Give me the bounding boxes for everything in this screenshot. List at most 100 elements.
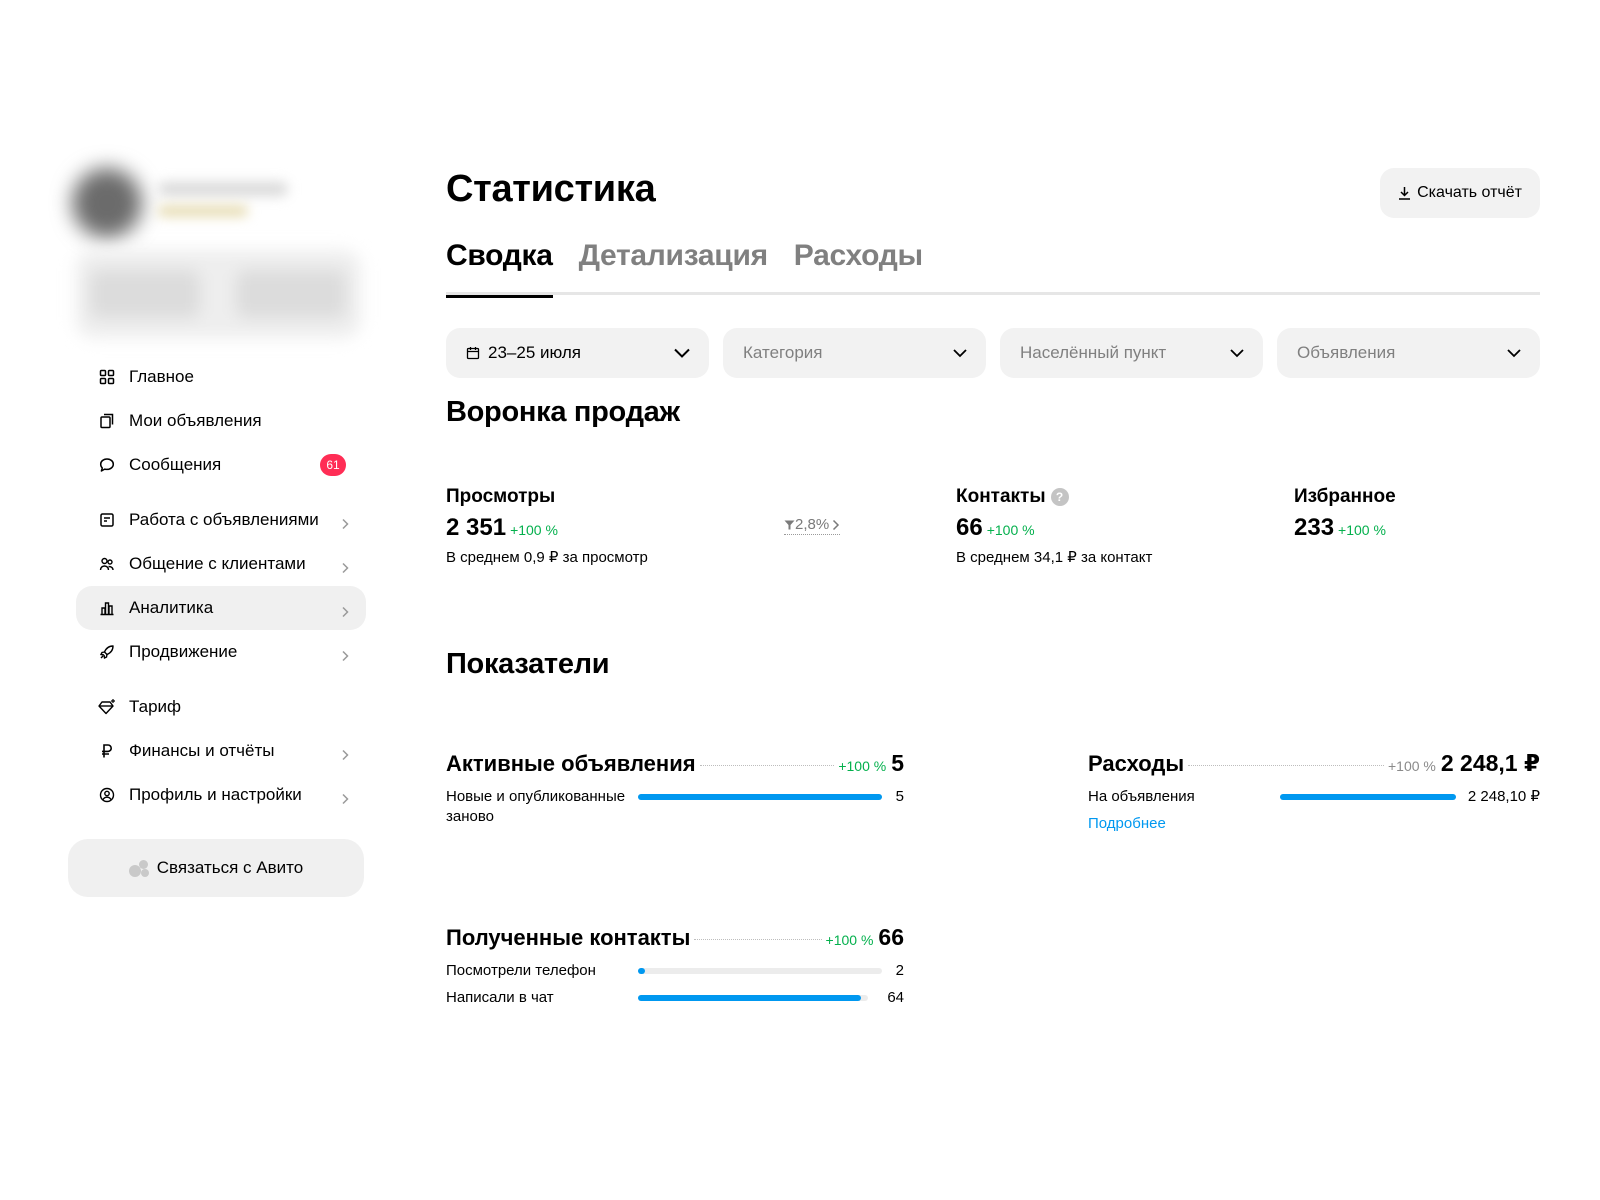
metric-row: Написали в чат 64 [446,988,904,1008]
avatar[interactable] [72,168,142,238]
sidebar-item-clients[interactable]: Общение с клиентами [76,542,366,586]
sidebar-item-analytics[interactable]: Аналитика [76,586,366,630]
chevron-down-icon [1230,349,1244,358]
download-report-button[interactable]: Скачать отчёт [1380,168,1540,218]
ads-select[interactable]: Объявления [1277,328,1540,378]
download-report-label: Скачать отчёт [1417,184,1522,201]
metric-row: Новые и опубликованные заново 5 [446,787,904,827]
tab-expenses[interactable]: Расходы [794,235,923,295]
tab-details[interactable]: Детализация [579,235,769,295]
category-select[interactable]: Категория [723,328,986,378]
ads-placeholder: Объявления [1297,343,1396,362]
chevron-right-icon [340,603,350,618]
row-label: Новые и опубликованные заново [446,788,626,825]
metric-active-ads: Активные объявления +100 % 5 Новые и опу… [446,750,904,827]
nav-group-account: Тариф Финансы и отчёты Профиль и настрой… [68,685,368,817]
help-icon[interactable]: ? [1050,488,1069,506]
metric-expenses: Расходы +100 % 2 248,1 ₽ На объявления 2… [1088,750,1540,833]
progress-bar [638,794,882,800]
contacts-delta: +100 % [986,522,1035,538]
metric-delta: +100 % [825,932,874,948]
sidebar-item-main[interactable]: Главное [76,355,366,399]
row-value: 64 [887,989,904,1006]
sidebar-item-label: Профиль и настройки [129,785,302,804]
sidebar-item-my-ads[interactable]: Мои объявления [76,399,366,443]
sidebar-item-label: Работа с объявлениями [129,510,319,529]
category-placeholder: Категория [743,343,823,362]
nav-group-business: Работа с объявлениями Общение с клиентам… [68,498,368,674]
favorites-label: Избранное [1294,486,1396,507]
funnel-title: Воронка продаж [446,396,680,428]
sidebar: Главное Мои объявления Сообщения 61 Рабо… [68,160,368,897]
sidebar-item-finance[interactable]: Финансы и отчёты [76,729,366,773]
funnel-views: Просмотры 2 351 +100 % В среднем 0,9 ₽ з… [446,486,648,566]
chevron-down-icon [953,349,967,358]
funnel-contacts: Контакты ? 66 +100 % В среднем 34,1 ₽ за… [956,486,1152,566]
progress-fill [638,794,882,800]
sidebar-item-label: Тариф [129,697,182,716]
views-value: 2 351 [446,514,507,541]
chevron-right-icon [340,790,350,805]
contacts-note: В среднем 34,1 ₽ за контакт [956,549,1153,566]
diamond-icon [98,698,116,716]
rocket-icon [98,643,116,661]
views-label: Просмотры [446,486,556,507]
contacts-label: Контакты [956,486,1046,507]
row-label: На объявления [1088,788,1195,805]
support-icon [128,859,151,877]
listings-icon [98,412,116,430]
chevron-down-icon [674,348,690,358]
tab-bar: Сводка Детализация Расходы [446,235,1540,298]
metric-title: Полученные контакты [446,925,691,950]
sidebar-item-messages[interactable]: Сообщения 61 [76,443,366,487]
metric-row: Посмотрели телефон 2 [446,961,904,981]
funnel-icon [784,520,795,529]
chat-icon [98,456,116,474]
metric-row: На объявления 2 248,10 ₽ [1088,787,1540,807]
sidebar-item-label: Аналитика [129,598,214,617]
row-value: 2 [895,962,904,979]
sidebar-item-ads-work[interactable]: Работа с объявлениями [76,498,366,542]
metric-delta: +100 % [838,758,887,774]
metric-title: Расходы [1088,751,1185,776]
favorites-value: 233 [1294,514,1335,541]
filter-bar: 23–25 июля Категория Населённый пункт Об… [446,328,1540,378]
clipboard-icon [98,511,116,529]
tab-summary[interactable]: Сводка [446,235,553,298]
progress-bar [638,968,882,974]
conversion-rate-link[interactable]: 2,8% [784,516,841,535]
funnel-favorites: Избранное 233 +100 % [1294,486,1396,542]
views-note: В среднем 0,9 ₽ за просмотр [446,549,648,566]
nav-group-main: Главное Мои объявления Сообщения 61 [68,355,368,487]
sidebar-item-tariff[interactable]: Тариф [76,685,366,729]
more-details-link[interactable]: Подробнее [1088,815,1166,832]
location-select[interactable]: Населённый пункт [1000,328,1263,378]
sidebar-item-label: Мои объявления [129,411,262,430]
sidebar-nav: Главное Мои объявления Сообщения 61 Рабо… [68,355,368,817]
sidebar-item-label: Финансы и отчёты [129,741,275,760]
favorites-delta: +100 % [1338,522,1386,538]
progress-fill [1280,794,1456,800]
profile-block[interactable] [68,160,368,338]
row-label: Посмотрели телефон [446,962,596,979]
progress-bar [638,995,868,1001]
chevron-down-icon [1507,349,1521,358]
chevron-right-icon [340,746,350,761]
views-delta: +100 % [510,522,558,538]
location-placeholder: Населённый пункт [1020,343,1167,362]
grid-icon [98,368,116,386]
download-icon [1399,187,1411,200]
sidebar-item-label: Сообщения [129,455,222,474]
chevron-right-icon [833,519,840,530]
analytics-icon [98,599,116,617]
page-title: Статистика [446,168,656,210]
profile-name-blurred [158,182,288,196]
profile-rating-blurred [158,206,248,216]
date-range-select[interactable]: 23–25 июля [446,328,709,378]
date-range-value: 23–25 июля [488,343,581,362]
chevron-right-icon [340,515,350,530]
contacts-value: 66 [956,514,983,541]
sidebar-item-promotion[interactable]: Продвижение [76,630,366,674]
sidebar-item-profile[interactable]: Профиль и настройки [76,773,366,817]
contact-avito-button[interactable]: Связаться с Авито [68,839,364,897]
